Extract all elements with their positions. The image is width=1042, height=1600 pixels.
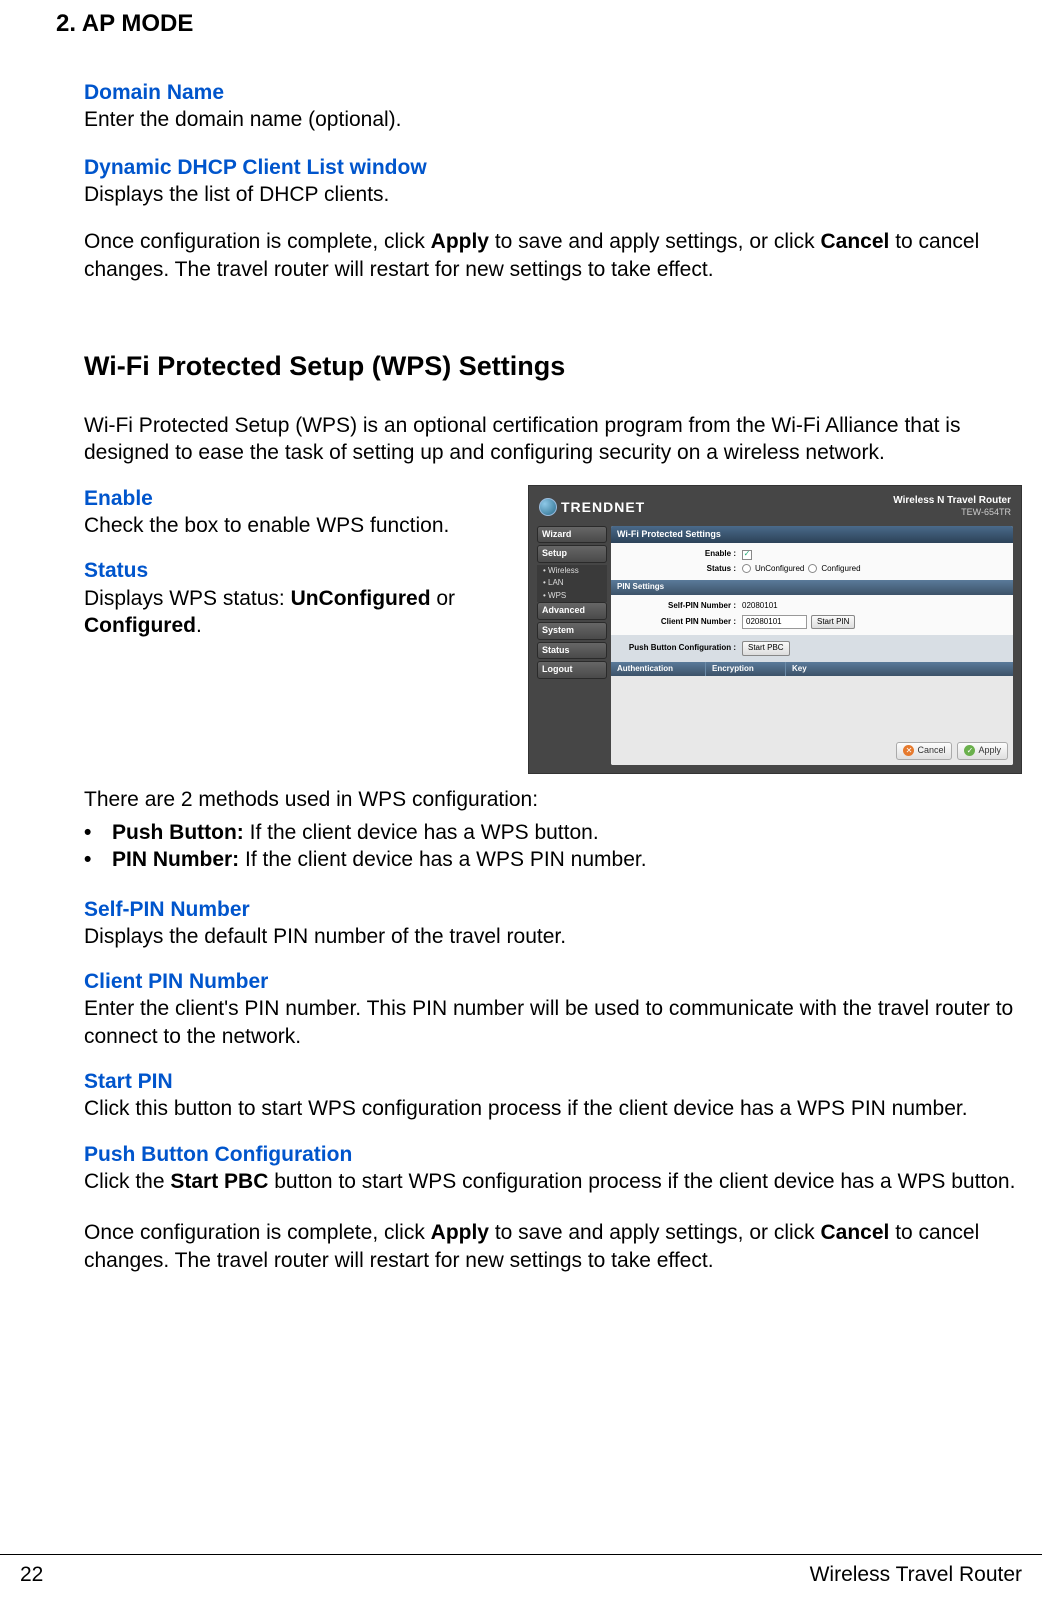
- selfpin-desc: Displays the default PIN number of the t…: [84, 923, 1022, 950]
- start-pbc-button[interactable]: Start PBC: [742, 641, 790, 655]
- nav-wps[interactable]: • WPS: [537, 590, 607, 602]
- start-pin-button[interactable]: Start PIN: [811, 615, 855, 629]
- enable-desc: Check the box to enable WPS function.: [84, 512, 518, 539]
- main-panel: Wi-Fi Protected Settings Enable : ✓ Stat…: [611, 526, 1013, 765]
- page-footer: 22 Wireless Travel Router: [0, 1554, 1042, 1588]
- selfpin-label: Self-PIN Number: [84, 896, 1022, 923]
- row-enable-label: Enable :: [617, 549, 742, 559]
- panel-title: Wi-Fi Protected Settings: [611, 526, 1013, 544]
- page-number: 22: [20, 1555, 43, 1588]
- status-desc: Displays WPS status: UnConfigured or Con…: [84, 585, 518, 640]
- startpin-desc: Click this button to start WPS configura…: [84, 1095, 1022, 1122]
- radio-unconfigured[interactable]: [742, 564, 751, 573]
- wps-intro: Wi-Fi Protected Setup (WPS) is an option…: [84, 412, 1022, 467]
- selfpin-value: 02080101: [742, 601, 778, 611]
- pbc-label: Push Button Configuration: [84, 1141, 1022, 1168]
- nav-logout[interactable]: Logout: [537, 661, 607, 679]
- radio-configured-label: Configured: [821, 564, 860, 574]
- chapter-heading: 2. AP MODE: [56, 8, 1022, 39]
- auth-table-header: Authentication Encryption Key: [611, 662, 1013, 676]
- startpin-label: Start PIN: [84, 1068, 1022, 1095]
- footer-title: Wireless Travel Router: [810, 1555, 1022, 1588]
- brand-logo: TRENDNET: [539, 498, 645, 516]
- status-label: Status: [84, 557, 518, 584]
- clientpin-input[interactable]: 02080101: [742, 615, 807, 629]
- cancel-icon: ✕: [903, 745, 914, 756]
- device-title: Wireless N Travel Router TEW-654TR: [893, 494, 1011, 519]
- clientpin-desc: Enter the client's PIN number. This PIN …: [84, 995, 1022, 1050]
- row-clientpin-label: Client PIN Number :: [617, 617, 742, 627]
- domain-name-desc: Enter the domain name (optional).: [84, 106, 1022, 133]
- radio-configured[interactable]: [808, 564, 817, 573]
- pbc-desc: Click the Start PBC button to start WPS …: [84, 1168, 1022, 1195]
- dhcp-list-label: Dynamic DHCP Client List window: [84, 154, 1022, 181]
- methods-list: •Push Button: If the client device has a…: [84, 819, 1022, 874]
- apply-note-2: Once configuration is complete, click Ap…: [84, 1219, 1022, 1274]
- wps-heading: Wi-Fi Protected Setup (WPS) Settings: [84, 349, 1022, 384]
- methods-intro: There are 2 methods used in WPS configur…: [84, 786, 1022, 813]
- side-nav: Wizard Setup • Wireless • LAN • WPS Adva…: [537, 526, 607, 765]
- nav-advanced[interactable]: Advanced: [537, 602, 607, 620]
- dhcp-list-desc: Displays the list of DHCP clients.: [84, 181, 1022, 208]
- clientpin-label: Client PIN Number: [84, 968, 1022, 995]
- domain-name-label: Domain Name: [84, 79, 1022, 106]
- nav-setup[interactable]: Setup: [537, 545, 607, 563]
- row-status-label: Status :: [617, 564, 742, 574]
- wps-screenshot: TRENDNET Wireless N Travel Router TEW-65…: [528, 485, 1022, 774]
- nav-lan[interactable]: • LAN: [537, 577, 607, 589]
- apply-note-1: Once configuration is complete, click Ap…: [84, 228, 1022, 283]
- apply-button[interactable]: ✓ Apply: [957, 742, 1008, 760]
- pin-settings-header: PIN Settings: [611, 580, 1013, 594]
- cancel-button[interactable]: ✕ Cancel: [896, 742, 952, 760]
- globe-icon: [539, 498, 557, 516]
- enable-label: Enable: [84, 485, 518, 512]
- nav-status[interactable]: Status: [537, 642, 607, 660]
- row-pbc-label: Push Button Configuration :: [617, 643, 742, 653]
- nav-wizard[interactable]: Wizard: [537, 526, 607, 544]
- row-selfpin-label: Self-PIN Number :: [617, 601, 742, 611]
- nav-system[interactable]: System: [537, 622, 607, 640]
- radio-unconfigured-label: UnConfigured: [755, 564, 804, 574]
- apply-icon: ✓: [964, 745, 975, 756]
- nav-wireless[interactable]: • Wireless: [537, 565, 607, 577]
- enable-checkbox[interactable]: ✓: [742, 550, 752, 560]
